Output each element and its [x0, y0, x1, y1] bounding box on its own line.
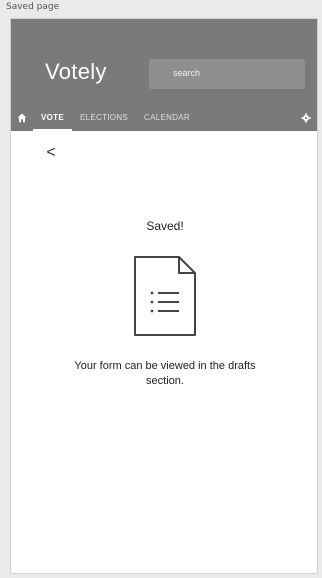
- search-input[interactable]: search: [149, 59, 305, 89]
- document-list-icon: [133, 255, 197, 337]
- tab-elections[interactable]: ELECTIONS: [72, 105, 136, 131]
- app-frame: Votely search VOTE ELECTIONS CALENDAR < …: [10, 18, 318, 574]
- window-title: Saved page: [6, 2, 60, 12]
- search-placeholder: search: [173, 68, 201, 78]
- nav-tabs: VOTE ELECTIONS CALENDAR: [11, 105, 317, 131]
- app-header: Votely search VOTE ELECTIONS CALENDAR: [11, 19, 317, 131]
- gear-icon[interactable]: [293, 105, 317, 131]
- saved-content: < Saved! Your form can be viewed in the …: [11, 131, 317, 573]
- home-icon[interactable]: [11, 105, 33, 131]
- back-button[interactable]: <: [41, 143, 61, 163]
- back-arrow-icon: <: [46, 144, 56, 161]
- saved-title: Saved!: [146, 219, 184, 233]
- saved-message: Your form can be viewed in the drafts se…: [74, 360, 256, 387]
- tab-calendar[interactable]: CALENDAR: [136, 105, 198, 131]
- tab-vote[interactable]: VOTE: [33, 105, 72, 131]
- app-logo[interactable]: Votely: [45, 59, 107, 85]
